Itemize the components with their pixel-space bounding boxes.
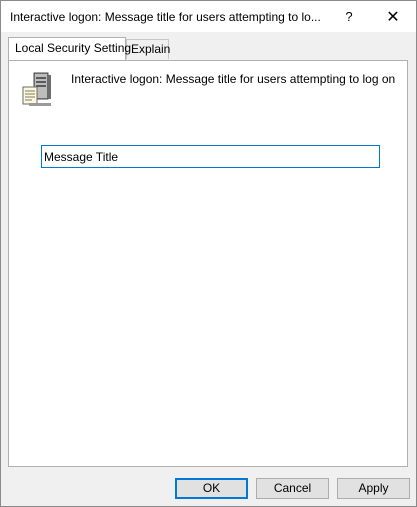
tab-explain[interactable]: Explain [126, 39, 170, 59]
window-title: Interactive logon: Message title for use… [10, 10, 321, 24]
tab-local-security-setting[interactable]: Local Security Setting [8, 37, 131, 60]
tab-panel: Interactive logon: Message title for use… [8, 60, 408, 467]
help-icon: ? [345, 9, 353, 24]
apply-button[interactable]: Apply [337, 478, 410, 499]
title-bar: Interactive logon: Message title for use… [1, 1, 416, 32]
tab-strip: Local Security Setting Explain [8, 37, 408, 61]
close-icon: ✕ [386, 8, 400, 26]
cancel-button[interactable]: Cancel [256, 478, 329, 499]
ok-button[interactable]: OK [175, 478, 248, 499]
policy-description: Interactive logon: Message title for use… [71, 72, 396, 86]
message-title-input[interactable] [41, 145, 380, 168]
server-icon [22, 72, 51, 106]
help-button[interactable]: ? [327, 1, 371, 32]
security-setting-dialog: Interactive logon: Message title for use… [0, 0, 417, 507]
close-button[interactable]: ✕ [371, 1, 415, 32]
